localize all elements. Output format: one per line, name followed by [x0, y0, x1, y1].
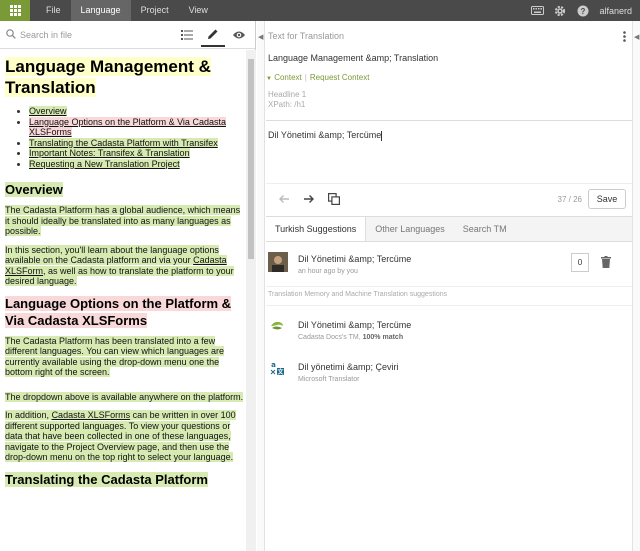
- divider: |: [304, 73, 307, 82]
- menu-file[interactable]: File: [36, 0, 71, 21]
- apps-grid-button[interactable]: [0, 0, 30, 21]
- tm-suggestion-row[interactable]: a文 Dil yönetimi &amp; Çeviri Microsoft T…: [266, 351, 632, 391]
- chevron-left-icon: ◀: [258, 34, 264, 41]
- top-bar: File Language Project View ? alfanerd: [0, 0, 640, 21]
- tm-match: 100% match: [362, 334, 404, 341]
- svg-text:a: a: [271, 361, 276, 369]
- arrow-left-icon[interactable]: [278, 192, 290, 210]
- divider: [266, 286, 632, 287]
- avatar: [268, 252, 288, 272]
- tm-text: Dil yönetimi &amp; Çeviri: [298, 362, 399, 372]
- editor-actions: 37 / 26 Save: [266, 184, 632, 216]
- grid-icon: [9, 5, 21, 16]
- table-of-contents: Overview Language Options on the Platfor…: [5, 106, 246, 169]
- help-icon[interactable]: ?: [575, 0, 591, 21]
- toc-item[interactable]: Requesting a New Translation Project: [29, 158, 246, 170]
- list-view-button[interactable]: [175, 23, 199, 47]
- paragraph[interactable]: The Cadasta Platform has been translated…: [5, 335, 246, 378]
- context-row: ▼ Context | Request Context: [266, 73, 369, 82]
- tm-suggestion-row[interactable]: Dil Yönetimi &amp; Tercüme Cadasta Docs'…: [266, 309, 632, 349]
- request-context-link[interactable]: Request Context: [310, 73, 370, 82]
- toc-item[interactable]: Language Options on the Platform & Via C…: [29, 116, 246, 138]
- tm-source: Cadasta Docs's TM, 100% match: [298, 334, 404, 341]
- microsoft-translator-icon: a文: [270, 361, 284, 380]
- svg-text:文: 文: [276, 368, 284, 375]
- context-headline: Headline 1: [268, 90, 307, 99]
- menu-project[interactable]: Project: [131, 0, 179, 21]
- more-options-icon[interactable]: [623, 29, 626, 47]
- save-button[interactable]: Save: [588, 189, 626, 209]
- tab-search-tm[interactable]: Search TM: [454, 217, 516, 241]
- user-name[interactable]: alfanerd: [599, 6, 632, 16]
- collapse-right-handle[interactable]: ◀: [632, 21, 640, 551]
- svg-text:?: ?: [581, 7, 586, 16]
- edit-mode-button[interactable]: [201, 23, 225, 47]
- tab-other-languages[interactable]: Other Languages: [366, 217, 454, 241]
- copy-source-icon[interactable]: [328, 192, 341, 210]
- chevron-left-icon: ◀: [634, 34, 640, 41]
- toc-item[interactable]: Overview: [29, 106, 246, 117]
- character-counter: 37 / 26: [557, 195, 582, 204]
- tab-turkish-suggestions[interactable]: Turkish Suggestions: [266, 217, 367, 241]
- document-title[interactable]: Language Management & Translation: [5, 56, 246, 98]
- eye-icon: [233, 31, 245, 38]
- suggestion-tabs: Turkish Suggestions Other Languages Sear…: [266, 216, 632, 242]
- translation-pane: ◀ ◀ Text for Translation Language Manage…: [257, 21, 640, 551]
- document-toolbar: Search in file: [0, 21, 255, 49]
- suggestion-row[interactable]: Dil Yönetimi &amp; Tercüme an hour ago b…: [266, 243, 632, 283]
- arrow-right-icon[interactable]: [303, 192, 315, 210]
- paragraph[interactable]: The Cadasta Platform has a global audien…: [5, 205, 246, 237]
- paragraph[interactable]: In addition, Cadasta XLSForms can be wri…: [5, 410, 246, 463]
- heading-overview[interactable]: Overview: [5, 181, 246, 198]
- toc-item[interactable]: Important Notes: Transifex & Translation: [29, 148, 246, 159]
- collapse-left-handle[interactable]: ◀: [257, 21, 265, 551]
- caret-down-icon: ▼: [266, 76, 272, 82]
- toc-item[interactable]: Translating the Cadasta Platform with Tr…: [29, 137, 246, 149]
- paragraph[interactable]: The dropdown above is available anywhere…: [5, 391, 246, 403]
- text-caret: [381, 130, 383, 141]
- search-icon: [6, 26, 16, 44]
- paragraph[interactable]: In this section, you'll learn about the …: [5, 244, 246, 287]
- trash-icon[interactable]: [601, 255, 611, 273]
- document-content: Language Management & Translation Overvi…: [0, 50, 246, 551]
- tm-section-label: Translation Memory and Machine Translati…: [268, 291, 448, 298]
- cadasta-xlsforms-link[interactable]: Cadasta XLSForms: [52, 410, 131, 420]
- document-pane: Search in file Language Management & Tra…: [0, 21, 256, 551]
- document-scrollbar[interactable]: [246, 50, 256, 551]
- gear-icon[interactable]: [552, 0, 568, 21]
- menu-view[interactable]: View: [179, 0, 218, 21]
- search-input[interactable]: Search in file: [20, 30, 175, 40]
- suggestion-meta: an hour ago by you: [298, 268, 358, 275]
- translation-text[interactable]: Dil Yönetimi &amp; Tercüme: [268, 130, 381, 140]
- context-toggle[interactable]: Context: [274, 73, 302, 82]
- suggestion-text: Dil Yönetimi &amp; Tercüme: [298, 254, 412, 264]
- context-xpath: XPath: /h1: [268, 100, 306, 109]
- vote-count[interactable]: 0: [571, 253, 589, 272]
- cadasta-tm-icon: [270, 319, 284, 337]
- translation-editor[interactable]: Dil Yönetimi &amp; Tercüme: [266, 120, 632, 184]
- section-label: Text for Translation: [268, 31, 345, 41]
- heading-language-options[interactable]: Language Options on the Platform & Via C…: [5, 295, 246, 329]
- tm-source: Microsoft Translator: [298, 376, 360, 383]
- list-icon: [181, 29, 193, 40]
- tm-text: Dil Yönetimi &amp; Tercüme: [298, 320, 412, 330]
- preview-button[interactable]: [227, 23, 251, 47]
- heading-translating[interactable]: Translating the Cadasta Platform: [5, 471, 246, 488]
- menu-language[interactable]: Language: [70, 0, 131, 21]
- keyboard-icon[interactable]: [529, 0, 545, 21]
- scrollbar-thumb[interactable]: [248, 59, 254, 259]
- source-text: Language Management &amp; Translation: [268, 53, 439, 63]
- divider: [266, 305, 632, 306]
- pencil-icon: [208, 29, 218, 39]
